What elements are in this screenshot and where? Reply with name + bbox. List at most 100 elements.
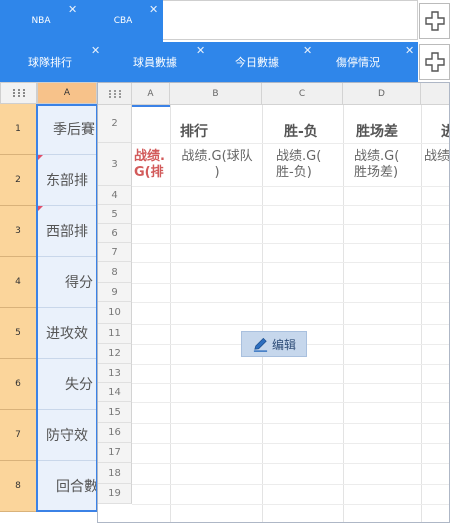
row-header[interactable]: 4 xyxy=(98,186,132,205)
column-header-b[interactable]: B xyxy=(170,83,262,105)
row-number: 10 xyxy=(108,307,121,318)
top-tab-bar: NBA ✕ CBA ✕ xyxy=(0,0,450,42)
close-icon[interactable]: ✕ xyxy=(303,45,312,56)
row-header[interactable]: 2 xyxy=(0,155,37,206)
selection-border xyxy=(36,104,98,512)
column-header-c[interactable]: C xyxy=(262,83,343,105)
tab-nba[interactable]: NBA xyxy=(14,0,68,42)
tab-bar-empty-area xyxy=(163,0,418,40)
row-header[interactable]: 17 xyxy=(98,443,132,463)
header-cell-e[interactable]: 进 xyxy=(441,121,449,141)
grid-line xyxy=(132,186,449,187)
front-spreadsheet: A B C D 2 3 4 5 6 7 8 9 10 11 12 13 14 1… xyxy=(97,82,450,523)
tab-cba-label: CBA xyxy=(113,16,133,26)
row-number: 2 xyxy=(111,118,118,129)
row-number: 6 xyxy=(111,227,118,239)
row-header[interactable]: 4 xyxy=(0,257,37,308)
grid-line xyxy=(132,262,449,263)
row-header[interactable]: 7 xyxy=(0,410,37,461)
row-header[interactable]: 8 xyxy=(98,262,132,283)
row-number: 13 xyxy=(108,367,121,379)
grid-line xyxy=(132,283,449,284)
row-number: 4 xyxy=(15,277,21,287)
row-header[interactable]: 6 xyxy=(98,224,132,243)
row-header[interactable]: 13 xyxy=(98,364,132,383)
header-cell-games-behind[interactable]: 胜场差 xyxy=(356,121,398,141)
select-all-corner[interactable] xyxy=(98,83,132,105)
formula-line: 战绩.G( xyxy=(276,149,322,164)
formula-line: 胜-负) xyxy=(276,165,312,180)
edit-button[interactable]: 编辑 xyxy=(241,331,307,357)
formula-line: ) xyxy=(214,165,220,180)
row-number: 1 xyxy=(15,124,21,134)
close-icon[interactable]: ✕ xyxy=(405,45,414,56)
row-header[interactable]: 11 xyxy=(98,324,132,344)
row-header[interactable]: 5 xyxy=(0,308,37,359)
row-number: 15 xyxy=(108,406,121,418)
row-number: 2 xyxy=(15,175,21,185)
close-icon[interactable]: ✕ xyxy=(149,4,158,15)
tab-team-ranking-label: 球隊排行 xyxy=(28,56,72,69)
edit-button-label: 编辑 xyxy=(271,337,296,352)
grid-line xyxy=(132,302,449,303)
tab-player-stats[interactable]: 球員數據 xyxy=(116,42,194,82)
column-header-d[interactable]: D xyxy=(343,83,421,105)
row-header[interactable]: 3 xyxy=(0,206,37,257)
column-header-e[interactable] xyxy=(421,83,449,105)
row-header[interactable]: 18 xyxy=(98,463,132,484)
row-header[interactable]: 9 xyxy=(98,283,132,302)
tab-team-ranking[interactable]: 球隊排行 xyxy=(14,42,86,82)
header-cell-win-loss[interactable]: 胜-负 xyxy=(284,121,318,141)
row-header[interactable]: 8 xyxy=(0,461,37,512)
column-header-label: A xyxy=(63,88,71,98)
formula-cell-b3[interactable]: 战绩.G(球队 ) xyxy=(173,149,261,181)
add-sheet-button[interactable] xyxy=(419,44,450,80)
close-icon[interactable]: ✕ xyxy=(91,45,100,56)
row-number: 3 xyxy=(111,158,118,170)
tab-today-stats[interactable]: 今日數據 xyxy=(218,42,296,82)
grid-line xyxy=(132,143,449,144)
tab-cba[interactable]: CBA xyxy=(96,0,150,42)
close-icon[interactable]: ✕ xyxy=(68,4,77,15)
row-header[interactable]: 14 xyxy=(98,383,132,402)
formula-cell-e3[interactable]: 战绩 xyxy=(424,149,449,165)
tab-injury-report[interactable]: 傷停情況 xyxy=(322,42,394,82)
formula-cell-d3[interactable]: 战绩.G( 胜场差) xyxy=(354,149,399,181)
grid-line xyxy=(170,105,171,522)
row-header[interactable]: 2 xyxy=(98,105,132,143)
header-cell-rank[interactable]: 排行 xyxy=(180,121,208,141)
column-header-a[interactable]: A xyxy=(37,82,97,104)
select-all-corner[interactable] xyxy=(0,82,37,104)
add-tab-button[interactable] xyxy=(419,3,450,39)
column-label: A xyxy=(147,88,154,99)
grid-line xyxy=(132,364,449,365)
row-header[interactable]: 3 xyxy=(98,143,132,186)
row-header[interactable]: 15 xyxy=(98,402,132,423)
formula-line: 战绩.G(球队 xyxy=(181,149,253,164)
row-number: 5 xyxy=(15,328,21,338)
column-header-a[interactable]: A xyxy=(132,83,170,105)
row-number: 8 xyxy=(15,481,21,491)
column-label: D xyxy=(378,88,385,99)
formula-line: 战绩.G( xyxy=(354,149,400,164)
formula-cell-c3[interactable]: 战绩.G( 胜-负) xyxy=(276,149,321,181)
row-number: 4 xyxy=(111,189,118,201)
formula-cell-a3[interactable]: 战绩. G(排 xyxy=(134,149,165,181)
row-number: 16 xyxy=(108,427,121,438)
row-number: 17 xyxy=(108,447,121,458)
row-header[interactable]: 1 xyxy=(0,104,37,155)
row-header[interactable]: 5 xyxy=(98,205,132,224)
row-number: 6 xyxy=(15,379,21,389)
row-header[interactable]: 7 xyxy=(98,243,132,262)
close-icon[interactable]: ✕ xyxy=(196,45,205,56)
sheet-tab-bar: 球隊排行 ✕ 球員數據 ✕ 今日數據 ✕ 傷停情況 ✕ xyxy=(0,42,418,82)
row-header[interactable]: 6 xyxy=(0,359,37,410)
row-number: 11 xyxy=(108,328,121,339)
row-header[interactable]: 10 xyxy=(98,302,132,324)
row-header[interactable]: 16 xyxy=(98,423,132,443)
column-label: C xyxy=(298,88,306,99)
row-header[interactable]: 19 xyxy=(98,484,132,504)
row-header[interactable]: 12 xyxy=(98,344,132,364)
row-number: 7 xyxy=(111,246,118,258)
row-number: 12 xyxy=(108,348,121,359)
